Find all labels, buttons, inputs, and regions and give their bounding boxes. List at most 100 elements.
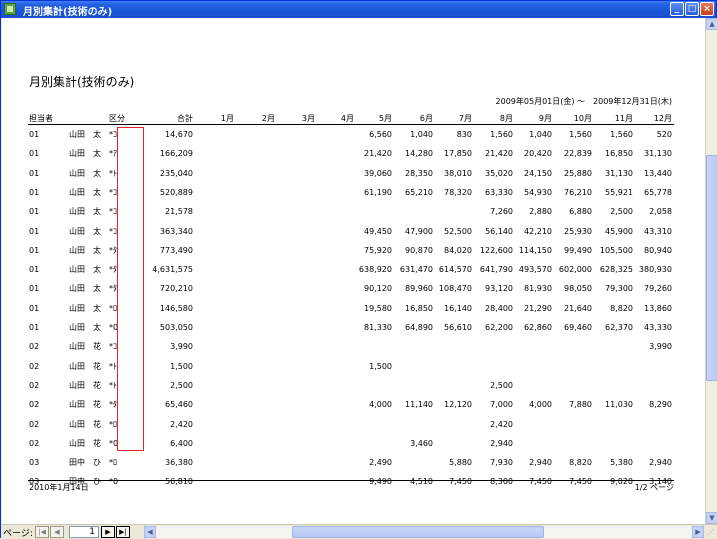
previous-page-button[interactable]: ◀ xyxy=(50,526,64,538)
cell-month-8: 62,200 xyxy=(485,323,513,332)
cell-month-8: 2,940 xyxy=(490,438,513,448)
last-page-button[interactable]: ▶| xyxy=(116,526,130,538)
cell-total: 720,210 xyxy=(159,284,193,294)
footer-date: 2010年1月14日 xyxy=(29,483,89,492)
cell-month-5: 81,330 xyxy=(364,323,392,332)
cell-staff-code: 01 xyxy=(29,245,40,255)
scroll-up-icon[interactable]: ▲ xyxy=(706,18,717,30)
cell-category: *ﾀ xyxy=(109,400,117,410)
cell-category: *ﾄ xyxy=(109,380,117,390)
cell-staff-name: 山田 太 xyxy=(69,265,101,275)
cell-month-11: 105,500 xyxy=(599,245,633,255)
table-row: 01 山田 太 *ｺ 520,889 61,190 65,210 78,320 63,330 5… xyxy=(2,188,705,198)
header-sep: 9月 xyxy=(538,114,552,123)
footer-divider xyxy=(28,480,674,481)
cell-month-8: 122,600 xyxy=(479,245,513,255)
close-button[interactable]: × xyxy=(700,2,714,16)
cell-month-10: 25,880 xyxy=(564,168,592,178)
table-row: 02 山田 花 *ﾀ 65,460 4,000 11,140 12,120 7,000 4,00… xyxy=(2,400,705,410)
cell-month-7: 17,850 xyxy=(444,149,472,159)
resize-grip-icon[interactable]: ⋰ xyxy=(705,526,717,538)
table-row: 02 山田 花 *0 6,400 3,460 2,940 xyxy=(2,439,705,449)
header-mar: 3月 xyxy=(301,114,315,123)
cell-month-5: 21,420 xyxy=(364,149,392,159)
cell-category: *ｺ xyxy=(109,130,117,139)
vertical-scroll-thumb[interactable] xyxy=(706,155,717,381)
cell-month-12: 8,290 xyxy=(649,400,672,410)
cell-month-11: 62,370 xyxy=(605,323,633,332)
cell-category: *ｺ xyxy=(109,207,117,217)
cell-month-5: 9,490 xyxy=(369,477,392,487)
cell-month-9: 42,210 xyxy=(524,226,552,236)
cell-month-12: 31,130 xyxy=(644,149,672,159)
cell-staff-code: 01 xyxy=(29,168,40,178)
cell-total: 166,209 xyxy=(159,149,193,159)
cell-month-12: 43,310 xyxy=(644,226,672,236)
cell-month-5: 61,190 xyxy=(364,187,392,197)
cell-month-7: 12,120 xyxy=(444,400,472,410)
cell-staff-code: 01 xyxy=(29,207,40,217)
table-row: 01 山田 太 *ｺ 21,578 7,260 2,880 6,880 2,500 2,058 xyxy=(2,207,705,217)
scroll-right-icon[interactable]: ▶ xyxy=(692,526,704,538)
table-row: 01 山田 太 *ｺ 363,340 49,450 47,900 52,500 56,140 4… xyxy=(2,227,705,237)
cell-staff-name: 山田 太 xyxy=(69,168,101,178)
table-row: 01 山田 太 *ｺ 14,670 6,560 1,040 830 1,560 1,040 1,5… xyxy=(2,130,705,140)
cell-month-10: 6,880 xyxy=(569,207,592,217)
horizontal-scrollbar[interactable]: ◀ ▶ xyxy=(144,526,704,538)
page-number-input[interactable]: 1 xyxy=(69,526,99,538)
cell-staff-name: 山田 太 xyxy=(69,187,101,197)
cell-month-10: 1,560 xyxy=(569,130,592,139)
header-staff: 担当者 xyxy=(29,114,53,123)
minimize-button[interactable]: _ xyxy=(670,2,684,16)
first-page-button[interactable]: |◀ xyxy=(35,526,49,538)
cell-total: 14,670 xyxy=(165,130,193,139)
cell-month-6: 4,510 xyxy=(410,477,433,487)
cell-month-6: 64,890 xyxy=(405,323,433,332)
cell-category: *ｺ xyxy=(109,187,117,197)
cell-staff-code: 01 xyxy=(29,149,40,159)
scroll-down-icon[interactable]: ▼ xyxy=(706,512,717,524)
table-row: 01 山田 太 *ｱ 166,209 21,420 14,280 17,850 21,420 2… xyxy=(2,149,705,159)
title-bar[interactable]: 月別集計(技術のみ) _ □ × xyxy=(1,1,716,18)
maximize-button[interactable]: □ xyxy=(685,2,699,16)
cell-month-7: 84,020 xyxy=(444,245,472,255)
cell-staff-code: 01 xyxy=(29,303,40,313)
cell-month-6: 16,850 xyxy=(405,303,433,313)
page-navigation-bar: ページ: |◀ ◀ 1 ▶ ▶| ◀ ▶ ⋰ xyxy=(1,524,717,539)
vertical-scrollbar[interactable]: ▲ ▼ xyxy=(705,18,717,524)
header-total: 合計 xyxy=(177,114,193,123)
header-divider xyxy=(28,124,674,125)
cell-category: *ﾄ xyxy=(109,168,117,178)
report-page: 月別集計(技術のみ) 2009年05月01日(金) ～ 2009年12月31日(… xyxy=(2,18,705,524)
cell-staff-code: 02 xyxy=(29,361,40,371)
table-row: 01 山田 太 *ﾀ 720,210 90,120 89,960 108,470 93,120… xyxy=(2,284,705,294)
cell-month-9: 81,930 xyxy=(524,284,552,294)
cell-month-7: 52,500 xyxy=(444,226,472,236)
next-page-button[interactable]: ▶ xyxy=(101,526,115,538)
cell-category: *ｱ xyxy=(109,149,117,159)
cell-month-6: 89,960 xyxy=(405,284,433,294)
cell-staff-code: 01 xyxy=(29,130,40,139)
cell-staff-code: 01 xyxy=(29,323,40,332)
cell-total: 520,889 xyxy=(159,187,193,197)
cell-month-8: 1,560 xyxy=(490,130,513,139)
cell-month-8: 7,000 xyxy=(490,400,513,410)
cell-staff-code: 01 xyxy=(29,187,40,197)
cell-month-7: 614,570 xyxy=(438,265,472,275)
table-row: 01 山田 太 *ﾀ 4,631,575 638,920 631,470 614,570 64… xyxy=(2,265,705,275)
cell-month-7: 38,010 xyxy=(444,168,472,178)
cell-staff-name: 田中 ひ xyxy=(69,458,101,468)
cell-month-8: 641,790 xyxy=(479,265,513,275)
cell-month-11: 16,850 xyxy=(605,149,633,159)
cell-month-12: 13,440 xyxy=(644,168,672,178)
cell-month-10: 602,000 xyxy=(558,265,592,275)
cell-month-8: 93,120 xyxy=(485,284,513,294)
date-range: 2009年05月01日(金) ～ 2009年12月31日(木) xyxy=(495,97,672,106)
page-label: ページ: xyxy=(3,529,33,539)
horizontal-scroll-thumb[interactable] xyxy=(292,526,544,538)
cell-total: 4,631,575 xyxy=(152,265,193,275)
cell-staff-code: 02 xyxy=(29,419,40,429)
cell-month-9: 2,880 xyxy=(529,207,552,217)
cell-month-9: 4,000 xyxy=(529,400,552,410)
scroll-left-icon[interactable]: ◀ xyxy=(144,526,156,538)
